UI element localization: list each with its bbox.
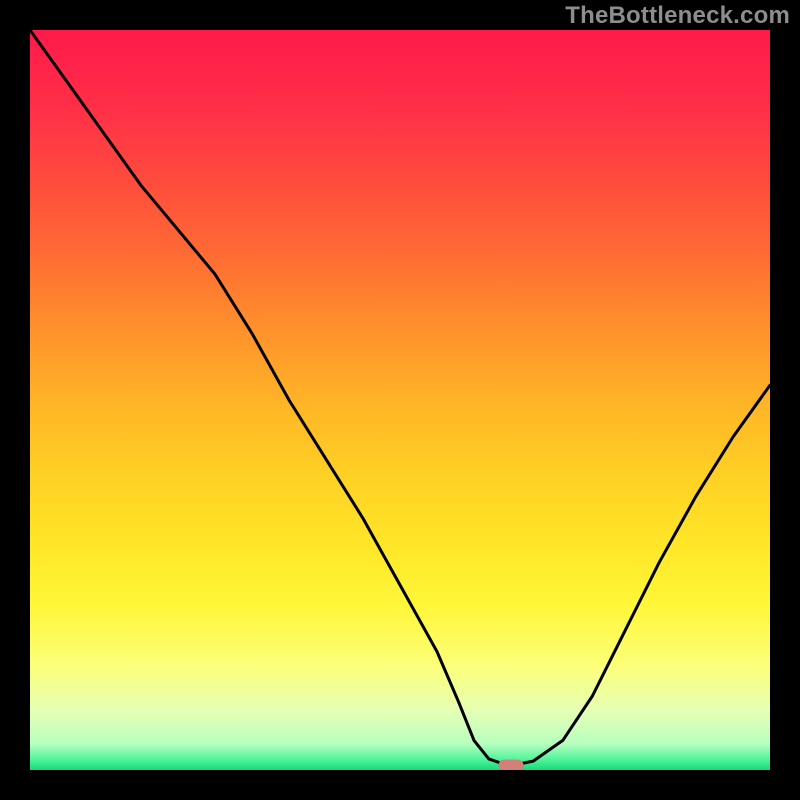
watermark-label: TheBottleneck.com [565,2,790,30]
gradient-background [30,30,770,770]
chart-container: TheBottleneck.com [0,0,800,800]
bottleneck-chart [30,30,770,770]
optimal-marker [498,760,523,770]
